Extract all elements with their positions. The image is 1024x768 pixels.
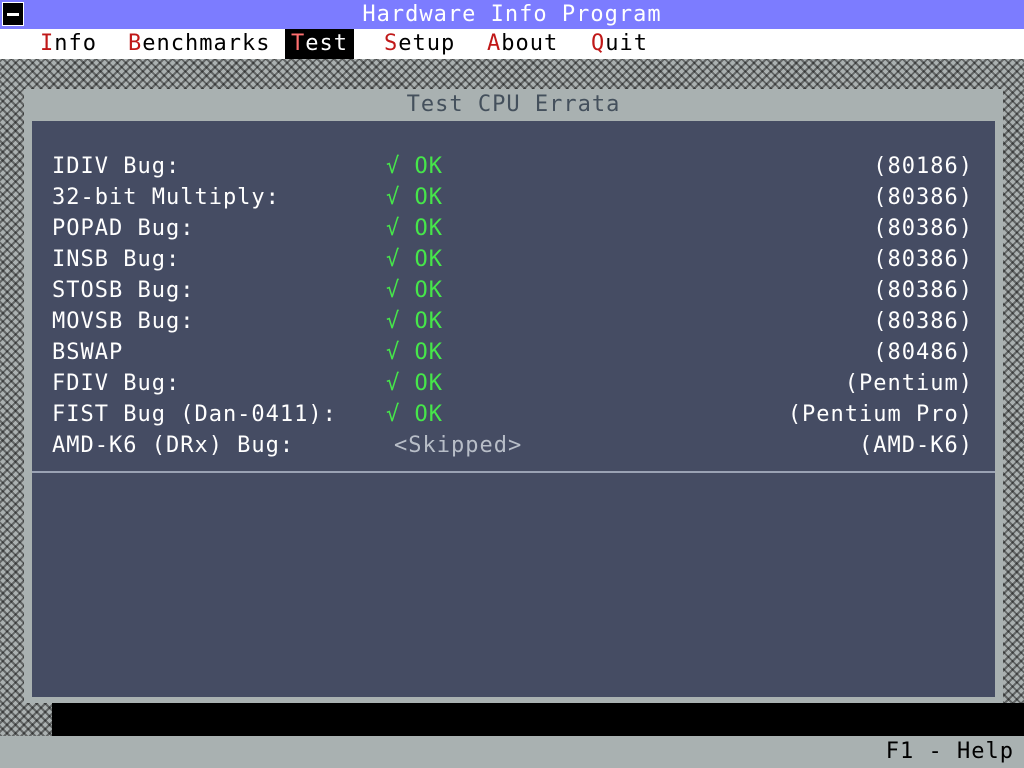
test-label: IDIV Bug:: [52, 154, 181, 179]
test-status: √ OK: [386, 216, 443, 241]
test-row: INSB Bug: √ OK (80386): [32, 244, 995, 275]
test-label: 32-bit Multiply:: [52, 185, 280, 210]
help-hint: F1 - Help: [885, 739, 1014, 764]
test-row: 32-bit Multiply: √ OK (80386): [32, 182, 995, 213]
test-status: √ OK: [386, 247, 443, 272]
test-label: STOSB Bug:: [52, 278, 195, 303]
cpu-family: (Pentium Pro): [787, 402, 973, 427]
test-status: √ OK: [386, 278, 443, 303]
cpu-family: (80386): [873, 216, 973, 241]
menu-bar: Info Benchmarks Test Setup About Quit: [0, 29, 1024, 59]
cpu-family: (80186): [873, 154, 973, 179]
test-status: √ OK: [386, 371, 443, 396]
check-icon: √: [386, 185, 401, 210]
window-shadow: [52, 703, 1024, 736]
test-label: POPAD Bug:: [52, 216, 195, 241]
check-icon: √: [386, 371, 401, 396]
check-icon: √: [386, 309, 401, 334]
results-panel: IDIV Bug: √ OK (80186) 32-bit Multiply: …: [32, 121, 995, 697]
test-label: FDIV Bug:: [52, 371, 181, 396]
test-status: <Skipped>: [394, 433, 523, 458]
cpu-family: (80386): [873, 278, 973, 303]
status-bar: F1 - Help: [0, 736, 1024, 768]
test-status: √ OK: [386, 185, 443, 210]
check-icon: √: [386, 402, 401, 427]
test-row: STOSB Bug: √ OK (80386): [32, 275, 995, 306]
menu-item-quit[interactable]: Quit: [585, 29, 654, 59]
test-row: MOVSB Bug: √ OK (80386): [32, 306, 995, 337]
app-title: Hardware Info Program: [362, 2, 662, 27]
check-icon: √: [386, 247, 401, 272]
menu-item-setup[interactable]: Setup: [378, 29, 461, 59]
panel-divider: [32, 471, 995, 473]
menu-item-test[interactable]: Test: [285, 29, 354, 59]
test-label: FIST Bug (Dan-0411):: [52, 402, 337, 427]
cpu-family: (80386): [873, 309, 973, 334]
test-label: MOVSB Bug:: [52, 309, 195, 334]
cpu-family: (80386): [873, 247, 973, 272]
check-icon: √: [386, 216, 401, 241]
test-status: √ OK: [386, 402, 443, 427]
test-row: AMD-K6 (DRx) Bug: <Skipped> (AMD-K6): [32, 430, 995, 461]
cpu-family: (Pentium): [844, 371, 973, 396]
cpu-family: (AMD-K6): [859, 433, 973, 458]
test-row: POPAD Bug: √ OK (80386): [32, 213, 995, 244]
title-bar: Hardware Info Program: [0, 0, 1024, 29]
test-row: IDIV Bug: √ OK (80186): [32, 151, 995, 182]
check-icon: √: [386, 154, 401, 179]
check-icon: √: [386, 340, 401, 365]
check-icon: √: [386, 278, 401, 303]
test-status: √ OK: [386, 309, 443, 334]
test-cpu-errata-window: Test CPU Errata IDIV Bug: √ OK (80186) 3…: [24, 89, 1003, 703]
menu-item-info[interactable]: Info: [34, 29, 103, 59]
test-row: FIST Bug (Dan-0411): √ OK (Pentium Pro): [32, 399, 995, 430]
menu-item-about[interactable]: About: [481, 29, 564, 59]
cpu-family: (80386): [873, 185, 973, 210]
cpu-family: (80486): [873, 340, 973, 365]
test-status: √ OK: [386, 340, 443, 365]
menu-item-benchmarks[interactable]: Benchmarks: [122, 29, 276, 59]
test-status: √ OK: [386, 154, 443, 179]
test-label: BSWAP: [52, 340, 124, 365]
window-title: Test CPU Errata: [406, 92, 621, 117]
test-row: BSWAP √ OK (80486): [32, 337, 995, 368]
test-label: AMD-K6 (DRx) Bug:: [52, 433, 295, 458]
test-row: FDIV Bug: √ OK (Pentium): [32, 368, 995, 399]
test-label: INSB Bug:: [52, 247, 181, 272]
